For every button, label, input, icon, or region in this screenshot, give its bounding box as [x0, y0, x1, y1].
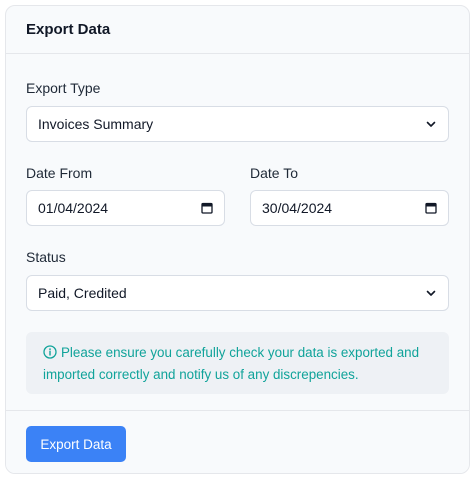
- info-notice: Please ensure you carefully check your d…: [26, 332, 449, 394]
- date-to-label: Date To: [250, 165, 298, 181]
- date-from-input[interactable]: 01/04/2024: [26, 190, 225, 226]
- status-label: Status: [26, 249, 66, 265]
- card-title: Export Data: [6, 6, 469, 54]
- date-from-label: Date From: [26, 165, 93, 181]
- export-type-select[interactable]: Invoices Summary: [26, 106, 449, 142]
- chevron-down-icon: [425, 287, 437, 299]
- export-type-label: Export Type: [26, 80, 101, 96]
- date-to-value: 30/04/2024: [262, 200, 333, 216]
- date-to-input[interactable]: 30/04/2024: [250, 190, 449, 226]
- export-data-button[interactable]: Export Data: [26, 426, 126, 462]
- export-type-value: Invoices Summary: [38, 116, 154, 132]
- export-data-card: Export Data Export Type Invoices Summary…: [5, 5, 470, 474]
- calendar-icon[interactable]: [201, 202, 213, 214]
- calendar-icon[interactable]: [425, 202, 437, 214]
- card-footer: Export Data: [6, 410, 469, 473]
- status-select[interactable]: Paid, Credited: [26, 275, 449, 311]
- info-icon: [43, 345, 57, 365]
- notice-text: Please ensure you carefully check your d…: [43, 345, 420, 382]
- date-from-value: 01/04/2024: [38, 200, 109, 216]
- status-value: Paid, Credited: [38, 285, 127, 301]
- chevron-down-icon: [425, 118, 437, 130]
